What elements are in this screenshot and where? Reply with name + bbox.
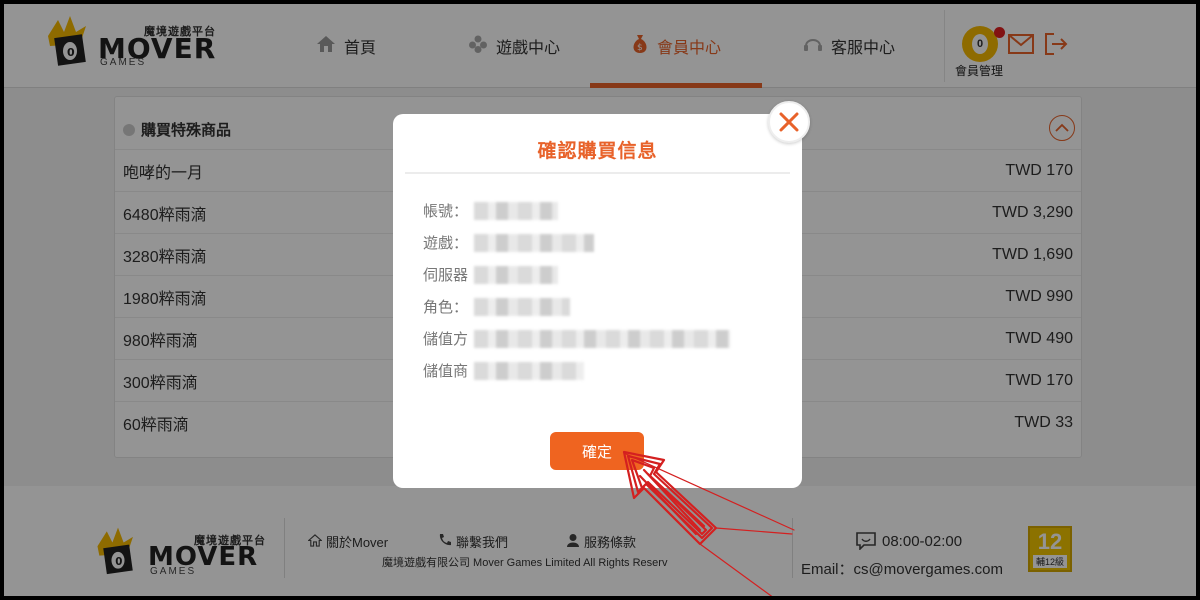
- field-game: 遊戲：: [423, 232, 595, 253]
- field-label: 儲值商: [423, 363, 469, 380]
- close-icon: [779, 112, 799, 132]
- confirm-button[interactable]: 確定: [550, 432, 644, 470]
- field-label: 伺服器: [423, 267, 469, 284]
- close-dialog-button[interactable]: [768, 101, 810, 143]
- field-label: 遊戲：: [423, 235, 469, 252]
- redacted-value: [474, 201, 559, 220]
- redacted-value: [474, 361, 585, 380]
- redacted-value: [474, 265, 559, 284]
- field-server: 伺服器: [423, 264, 559, 285]
- field-label: 儲值方: [423, 331, 469, 348]
- redacted-value: [474, 329, 731, 348]
- dialog-divider: [405, 172, 790, 174]
- confirm-purchase-dialog: 確認購買信息 帳號： 遊戲： 伺服器 角色： 儲值方 儲值商 確定: [393, 114, 802, 488]
- field-role: 角色：: [423, 296, 571, 317]
- field-label: 帳號：: [423, 203, 469, 220]
- redacted-value: [474, 297, 571, 316]
- field-account: 帳號：: [423, 200, 559, 221]
- field-payment-method: 儲值方: [423, 328, 731, 349]
- page-frame: 0 魔境遊戲平台 MOVER GAMES 首頁 遊戲中心 $ 會員中心 客服中心…: [4, 4, 1196, 596]
- dialog-title: 確認購買信息: [537, 141, 658, 162]
- field-label: 角色：: [423, 299, 469, 316]
- redacted-value: [474, 233, 595, 252]
- field-product: 儲值商: [423, 360, 585, 381]
